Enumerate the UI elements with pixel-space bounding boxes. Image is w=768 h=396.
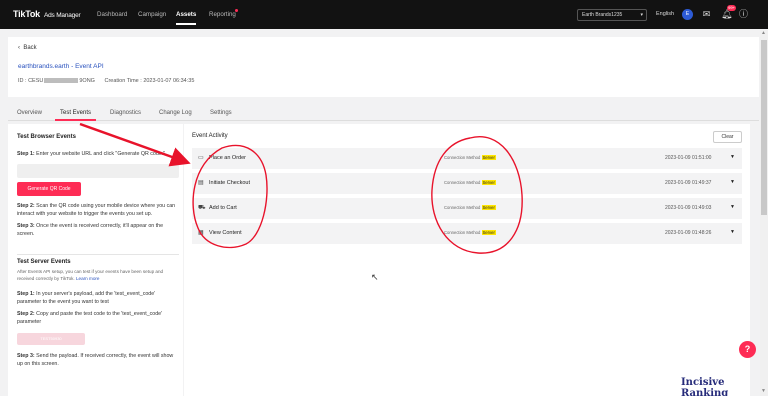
annotation-circle-methods (431, 136, 523, 254)
annotation-circle-events (192, 144, 268, 249)
help-chat-button[interactable]: ? (739, 341, 756, 358)
watermark: Incisive Ranking (681, 377, 729, 396)
annotation-arrow (79, 122, 191, 167)
annotation-overlay (79, 122, 523, 254)
mouse-cursor-icon: ↖ (371, 272, 379, 282)
